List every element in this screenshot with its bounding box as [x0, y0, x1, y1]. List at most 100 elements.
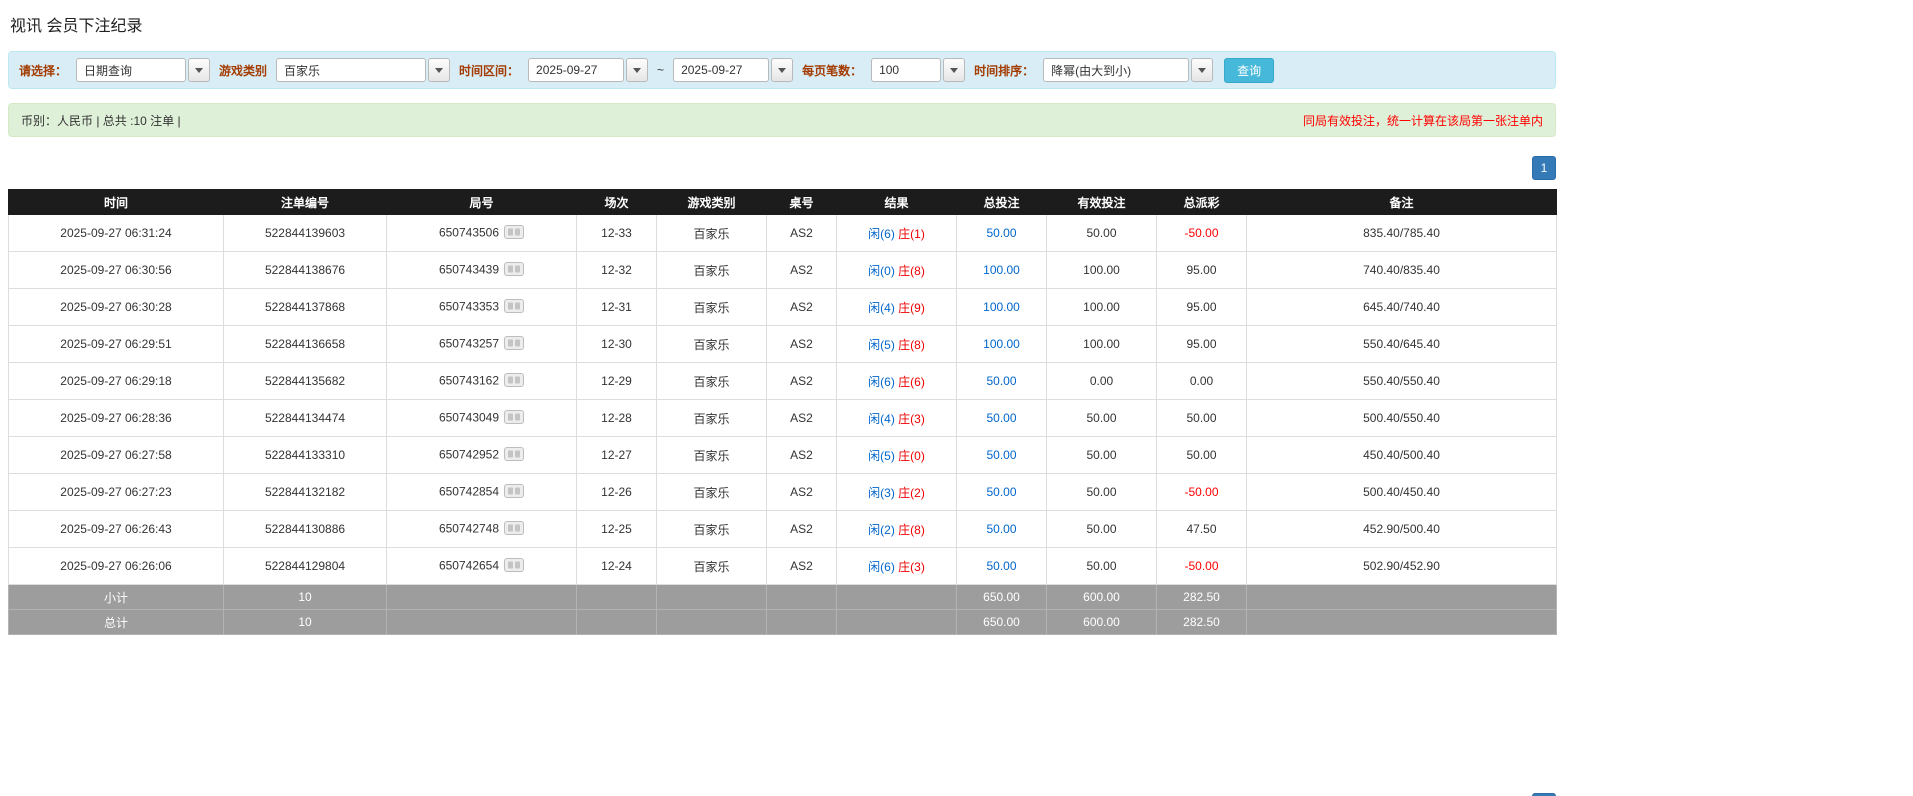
- page-size-select[interactable]: 100: [871, 58, 965, 82]
- cell-total-bet: 50.00: [957, 548, 1047, 585]
- cell-table-no: AS2: [767, 474, 837, 511]
- sort-label: 时间排序：: [974, 62, 1034, 79]
- cards-icon[interactable]: [504, 373, 524, 390]
- cell-total-bet: 100.00: [957, 289, 1047, 326]
- content: 请选择： 日期查询 游戏类别 百家乐 时间区间： 2025-09-27 ~ 20…: [8, 51, 1556, 796]
- cards-icon[interactable]: [504, 299, 524, 316]
- subtotal-count: 10: [224, 585, 387, 610]
- cell-time: 2025-09-27 06:27:23: [9, 474, 224, 511]
- round-id: 650743439: [439, 262, 499, 276]
- col-game: 游戏类别: [657, 190, 767, 215]
- cell-game: 百家乐: [657, 289, 767, 326]
- total-bet-link[interactable]: 50.00: [986, 226, 1016, 240]
- cell-game: 百家乐: [657, 326, 767, 363]
- round-id: 650743257: [439, 336, 499, 350]
- cards-icon[interactable]: [504, 410, 524, 427]
- cell-bet-id: 522844133310: [224, 437, 387, 474]
- cell-total-bet: 50.00: [957, 474, 1047, 511]
- page-1-button[interactable]: 1: [1532, 156, 1556, 180]
- date-to-value: 2025-09-27: [673, 58, 769, 82]
- caret-icon: [950, 68, 958, 73]
- cell-payout: 95.00: [1157, 289, 1247, 326]
- result-player: 闲(0): [868, 264, 895, 278]
- cell-session: 12-31: [577, 289, 657, 326]
- date-from-select[interactable]: 2025-09-27: [528, 58, 648, 82]
- cell-time: 2025-09-27 06:27:58: [9, 437, 224, 474]
- date-to-select[interactable]: 2025-09-27: [673, 58, 793, 82]
- cell-round: 650743049: [387, 400, 577, 437]
- chevron-down-icon[interactable]: [771, 58, 793, 82]
- chevron-down-icon[interactable]: [1191, 58, 1213, 82]
- cell-bet-id: 522844135682: [224, 363, 387, 400]
- cell-result: 闲(4) 庄(3): [837, 400, 957, 437]
- col-total-bet: 总投注: [957, 190, 1047, 215]
- cell-result: 闲(6) 庄(6): [837, 363, 957, 400]
- cards-icon[interactable]: [504, 484, 524, 501]
- sort-select[interactable]: 降幂(由大到小): [1043, 58, 1213, 82]
- game-type-select[interactable]: 百家乐: [276, 58, 450, 82]
- cell-payout: -50.00: [1157, 474, 1247, 511]
- cards-icon[interactable]: [504, 521, 524, 538]
- query-button[interactable]: 查询: [1224, 58, 1274, 83]
- cell-session: 12-24: [577, 548, 657, 585]
- table-row: 2025-09-27 06:30:28 522844137868 6507433…: [9, 289, 1557, 326]
- round-id: 650742654: [439, 558, 499, 572]
- round-id: 650743162: [439, 373, 499, 387]
- query-type-select[interactable]: 日期查询: [76, 58, 210, 82]
- cards-icon[interactable]: [504, 558, 524, 575]
- cell-result: 闲(6) 庄(1): [837, 215, 957, 252]
- cards-icon[interactable]: [504, 225, 524, 242]
- cell-remark: 835.40/785.40: [1247, 215, 1557, 252]
- round-id: 650742748: [439, 521, 499, 535]
- total-bet-link[interactable]: 50.00: [986, 374, 1016, 388]
- cell-round: 650742654: [387, 548, 577, 585]
- cards-icon[interactable]: [504, 447, 524, 464]
- result-banker: 庄(3): [898, 412, 925, 426]
- total-bet-link[interactable]: 50.00: [986, 448, 1016, 462]
- table-row: 2025-09-27 06:30:56 522844138676 6507434…: [9, 252, 1557, 289]
- cell-time: 2025-09-27 06:29:51: [9, 326, 224, 363]
- cell-valid-bet: 50.00: [1047, 511, 1157, 548]
- cell-game: 百家乐: [657, 548, 767, 585]
- cell-valid-bet: 100.00: [1047, 289, 1157, 326]
- col-session: 场次: [577, 190, 657, 215]
- total-row: 总计 10 650.00 600.00 282.50: [9, 610, 1557, 635]
- total-total-bet: 650.00: [957, 610, 1047, 635]
- cell-bet-id: 522844129804: [224, 548, 387, 585]
- total-count: 10: [224, 610, 387, 635]
- col-table-no: 桌号: [767, 190, 837, 215]
- result-banker: 庄(8): [898, 338, 925, 352]
- game-type-label: 游戏类别: [219, 62, 267, 79]
- cell-valid-bet: 50.00: [1047, 548, 1157, 585]
- cell-bet-id: 522844130886: [224, 511, 387, 548]
- cell-table-no: AS2: [767, 548, 837, 585]
- caret-icon: [1198, 68, 1206, 73]
- chevron-down-icon[interactable]: [943, 58, 965, 82]
- cell-payout: 47.50: [1157, 511, 1247, 548]
- result-player: 闲(5): [868, 338, 895, 352]
- date-range-label: 时间区间：: [459, 62, 519, 79]
- cards-icon[interactable]: [504, 262, 524, 279]
- cell-game: 百家乐: [657, 511, 767, 548]
- chevron-down-icon[interactable]: [188, 58, 210, 82]
- chevron-down-icon[interactable]: [428, 58, 450, 82]
- total-bet-link[interactable]: 100.00: [983, 337, 1020, 351]
- total-bet-link[interactable]: 50.00: [986, 411, 1016, 425]
- total-payout: 282.50: [1157, 610, 1247, 635]
- total-bet-link[interactable]: 50.00: [986, 559, 1016, 573]
- chevron-down-icon[interactable]: [626, 58, 648, 82]
- result-banker: 庄(1): [898, 227, 925, 241]
- cell-result: 闲(6) 庄(3): [837, 548, 957, 585]
- total-bet-link[interactable]: 50.00: [986, 485, 1016, 499]
- table-footer: 小计 10 650.00 600.00 282.50 总计 10 65: [9, 585, 1557, 635]
- cell-result: 闲(5) 庄(8): [837, 326, 957, 363]
- result-banker: 庄(3): [898, 560, 925, 574]
- total-bet-link[interactable]: 50.00: [986, 522, 1016, 536]
- cell-total-bet: 50.00: [957, 215, 1047, 252]
- cell-time: 2025-09-27 06:28:36: [9, 400, 224, 437]
- total-bet-link[interactable]: 100.00: [983, 263, 1020, 277]
- table-row: 2025-09-27 06:27:23 522844132182 6507428…: [9, 474, 1557, 511]
- result-banker: 庄(0): [898, 449, 925, 463]
- total-bet-link[interactable]: 100.00: [983, 300, 1020, 314]
- cards-icon[interactable]: [504, 336, 524, 353]
